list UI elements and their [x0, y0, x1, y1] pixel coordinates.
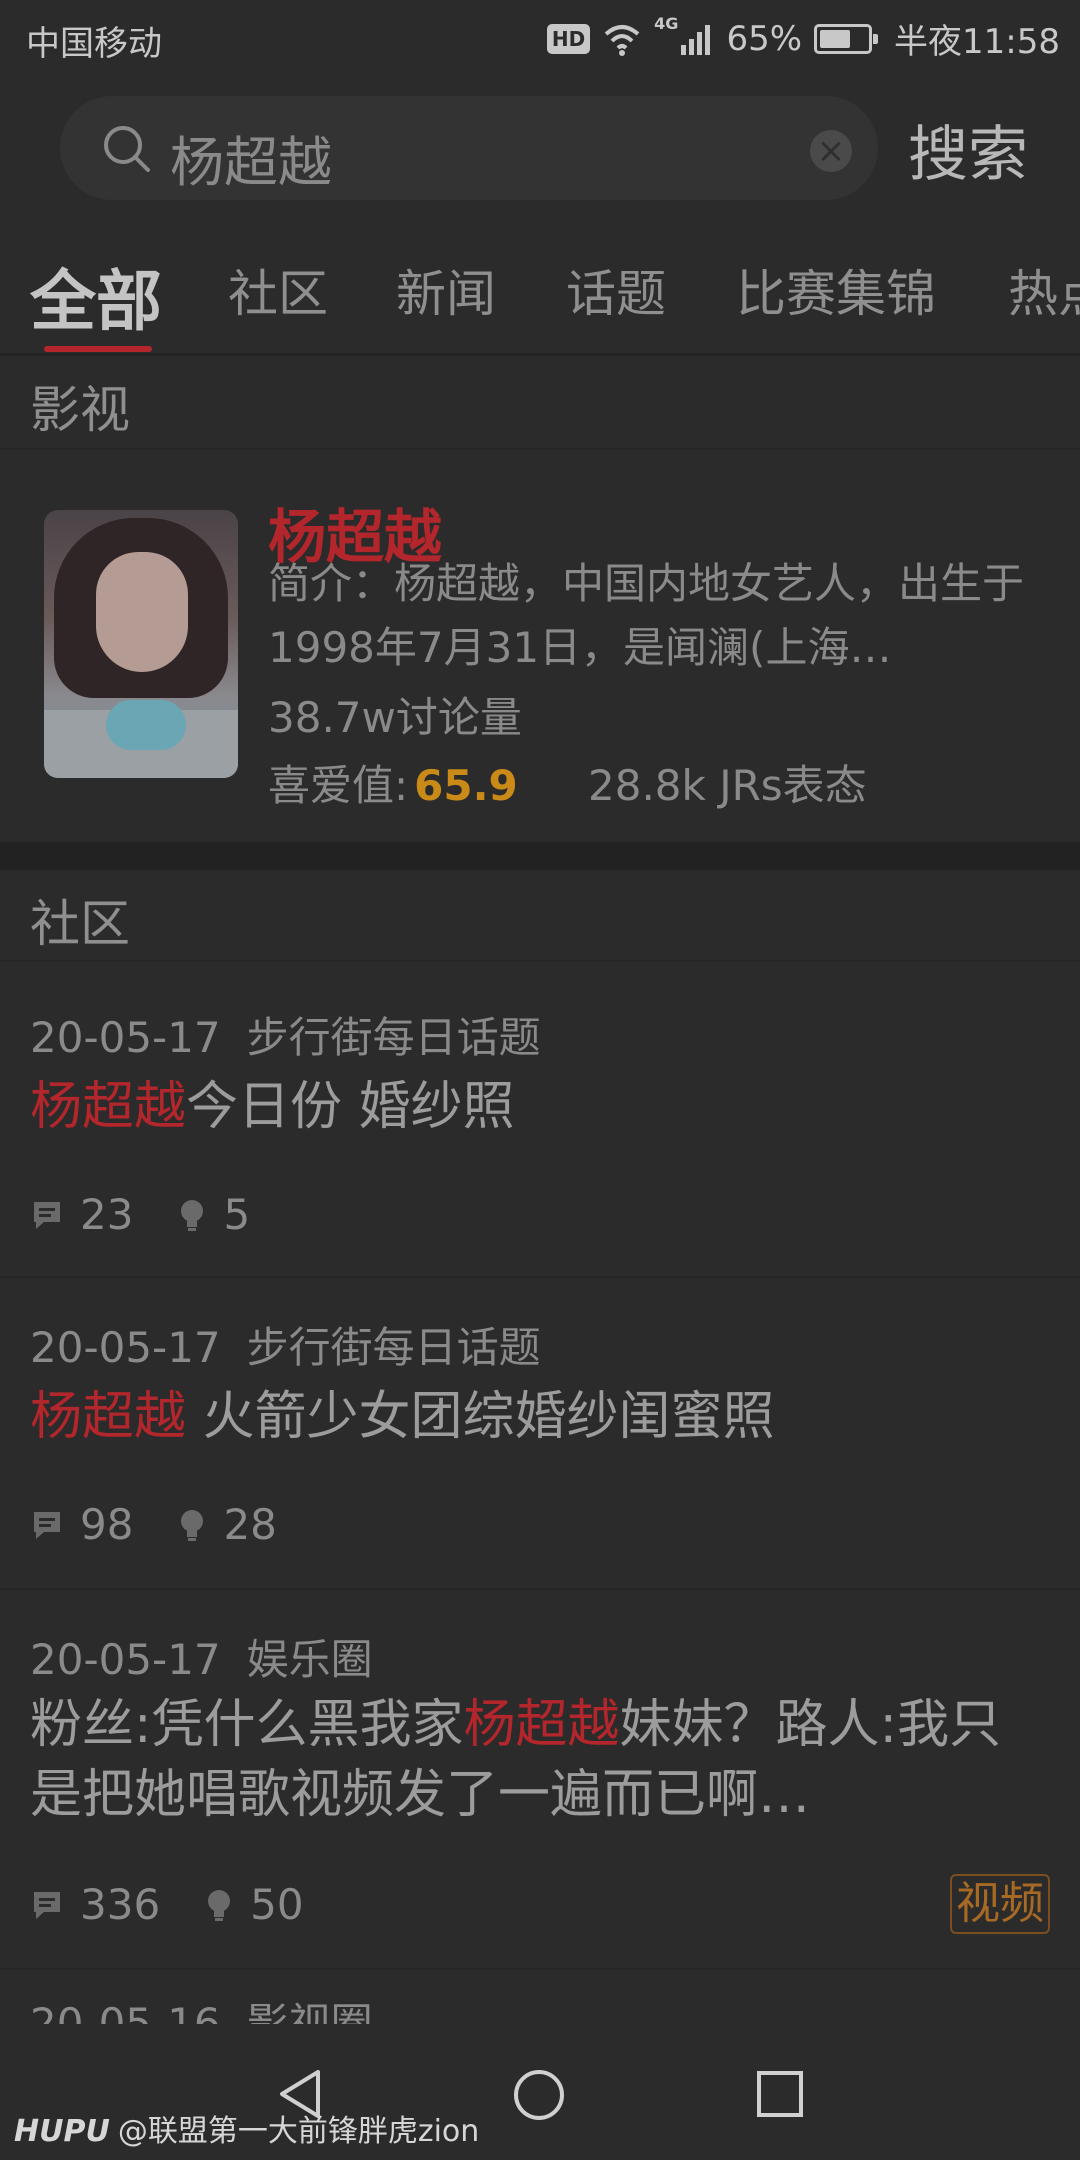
tab-topics[interactable]: 话题: [566, 254, 666, 326]
comment-icon: [34, 1511, 60, 1539]
comment-count: 23: [80, 1190, 134, 1239]
home-circle-icon[interactable]: [512, 2068, 566, 2122]
post-date: 20-05-16: [30, 1999, 221, 2024]
comment-count: 98: [80, 1500, 134, 1549]
post-stats: 336 50: [30, 1880, 348, 1929]
post-meta: 20-05-17 步行街每日话题: [30, 1314, 541, 1375]
post-board: 步行街每日话题: [246, 1323, 541, 1372]
recents-square-icon[interactable]: [756, 2070, 804, 2118]
watermark-text: @联盟第一大前锋胖虎zion: [117, 2114, 480, 2149]
signal-icon: [681, 24, 711, 55]
post-title-suffix: 今日份 婚纱照: [186, 1077, 515, 1137]
status-right: HD 4G 65% 半夜11:58: [546, 14, 1060, 63]
lightbulb-icon: [181, 1509, 204, 1541]
hd-icon: HD: [546, 23, 591, 54]
discussion-count: 38.7w讨论量: [268, 693, 522, 742]
celebrity-intro: 简介：杨超越，中国内地女艺人，出生于1998年7月31日，是闻澜(上海…: [268, 559, 1025, 672]
post-item[interactable]: 20-05-17 步行街每日话题 杨超越 火箭少女团综婚纱闺蜜照 98 28: [0, 1278, 1080, 1588]
video-badge: 视频: [950, 1874, 1050, 1934]
post-title: 杨超越 火箭少女团综婚纱闺蜜照: [30, 1382, 1050, 1452]
clear-icon[interactable]: ×: [810, 130, 852, 172]
search-query-text: 杨超越: [170, 131, 332, 194]
search-icon: [104, 126, 150, 172]
post-date: 20-05-17: [30, 1013, 221, 1062]
system-navigation-bar: HUPU @联盟第一大前锋胖虎zion: [0, 2024, 1080, 2160]
post-meta: 20-05-17 步行街每日话题: [30, 1004, 541, 1065]
post-title: 杨超越今日份 婚纱照: [30, 1072, 1050, 1142]
post-title-highlight: 杨超越: [30, 1077, 187, 1137]
love-score: 65.9: [414, 761, 518, 810]
comment-icon: [34, 1201, 60, 1229]
love-label: 喜爱值:: [268, 761, 409, 810]
post-meta: 20-05-16 影视圈: [30, 1990, 373, 2024]
section-title-community: 社区: [30, 895, 130, 953]
post-item[interactable]: 20-05-17 步行街每日话题 杨超越今日份 婚纱照 23 5: [0, 962, 1080, 1276]
carrier-label: 中国移动: [26, 24, 162, 64]
tab-highlights[interactable]: 比赛集锦: [736, 254, 936, 326]
battery-percent: 65%: [726, 18, 803, 59]
battery-icon: [814, 23, 879, 54]
celebrity-avatar[interactable]: [44, 510, 238, 778]
like-count: 28: [223, 1500, 277, 1549]
tab-all[interactable]: 全部: [30, 248, 162, 344]
like-count: 50: [250, 1880, 304, 1929]
comment-icon: [34, 1891, 60, 1919]
search-input[interactable]: 杨超越 ×: [60, 96, 878, 200]
watermark-brand: HUPU: [14, 2114, 110, 2149]
section-separator: [0, 842, 1080, 870]
post-board: 影视圈: [246, 1999, 373, 2024]
category-tabs: 全部 社区 新闻 话题 比赛集锦 热点: [0, 226, 1080, 356]
network-type: 4G: [654, 14, 679, 33]
status-bar: 中国移动 HD 4G 65% 半夜11:58: [0, 0, 1080, 76]
wifi-icon: [604, 24, 640, 56]
lightbulb-icon: [208, 1889, 231, 1921]
tab-news[interactable]: 新闻: [396, 254, 496, 326]
post-date: 20-05-17: [30, 1635, 221, 1684]
celebrity-card[interactable]: 杨超越 简介：杨超越，中国内地女艺人，出生于1998年7月31日，是闻澜(上海……: [0, 450, 1080, 840]
search-button[interactable]: 搜索: [908, 106, 1028, 193]
tab-hot[interactable]: 热点: [1008, 254, 1080, 326]
like-count: 5: [223, 1190, 251, 1239]
post-item[interactable]: 20-05-16 影视圈: [0, 1970, 1080, 2024]
post-title-highlight: 杨超越: [463, 1695, 620, 1755]
love-value: 喜爱值: 65.9: [268, 752, 518, 813]
post-board: 步行街每日话题: [246, 1013, 541, 1062]
lightbulb-icon: [181, 1199, 204, 1231]
post-meta: 20-05-17 娱乐圈: [30, 1626, 373, 1687]
post-title: 粉丝:凭什么黑我家杨超越妹妹？路人:我只是把她唱歌视频发了一遍而已啊…: [30, 1690, 1050, 1830]
active-tab-indicator: [44, 346, 152, 352]
watermark: HUPU @联盟第一大前锋胖虎zion: [14, 2106, 479, 2150]
section-title-film: 影视: [30, 381, 130, 439]
search-bar: 杨超越 × 搜索: [0, 76, 1080, 226]
post-item[interactable]: 20-05-17 娱乐圈 粉丝:凭什么黑我家杨超越妹妹？路人:我只是把她唱歌视频发…: [0, 1590, 1080, 1968]
post-stats: 98 28: [30, 1500, 321, 1549]
clock: 半夜11:58: [894, 22, 1060, 62]
post-title-prefix: 粉丝:凭什么黑我家: [30, 1695, 464, 1755]
jrs-count: 28.8k JRs表态: [588, 761, 867, 810]
comment-count: 336: [80, 1880, 161, 1929]
post-title-suffix: 火箭少女团综婚纱闺蜜照: [186, 1387, 775, 1447]
tab-community[interactable]: 社区: [228, 254, 328, 326]
post-stats: 23 5: [30, 1190, 294, 1239]
post-title-highlight: 杨超越: [30, 1387, 187, 1447]
post-board: 娱乐圈: [246, 1635, 373, 1684]
post-date: 20-05-17: [30, 1323, 221, 1372]
